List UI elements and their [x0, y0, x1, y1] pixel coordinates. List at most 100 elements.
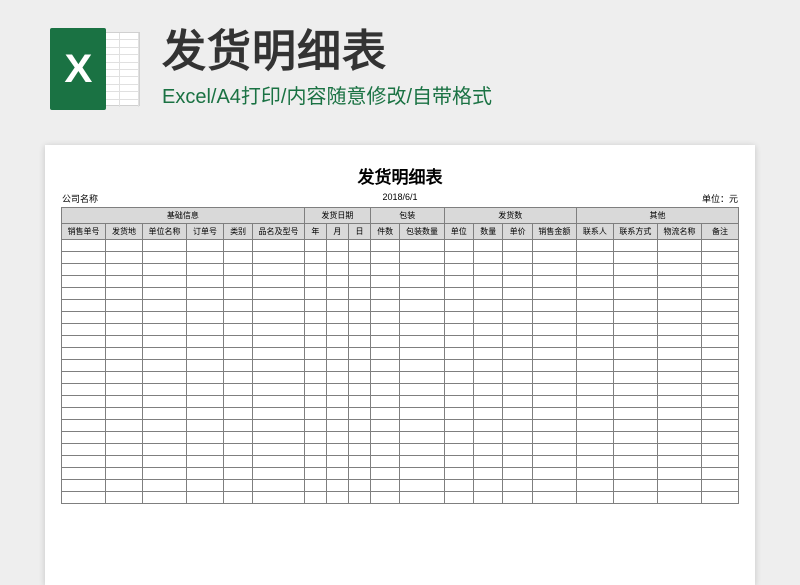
table-cell: [304, 252, 326, 264]
table-cell: [326, 408, 348, 420]
table-cell: [142, 480, 186, 492]
table-row: [62, 480, 739, 492]
table-cell: [106, 324, 143, 336]
table-cell: [370, 348, 399, 360]
table-cell: [142, 252, 186, 264]
table-cell: [577, 360, 614, 372]
table-cell: [223, 432, 252, 444]
table-cell: [326, 456, 348, 468]
group-header-row: 基础信息 发货日期 包装 发货数 其他: [62, 208, 739, 224]
table-cell: [187, 432, 224, 444]
table-cell: [106, 492, 143, 504]
table-cell: [577, 336, 614, 348]
table-cell: [400, 444, 444, 456]
group-other: 其他: [577, 208, 739, 224]
table-cell: [187, 444, 224, 456]
table-cell: [370, 408, 399, 420]
table-cell: [444, 252, 473, 264]
table-cell: [187, 264, 224, 276]
table-cell: [253, 276, 305, 288]
table-cell: [142, 336, 186, 348]
table-cell: [142, 360, 186, 372]
table-cell: [348, 312, 370, 324]
table-cell: [613, 468, 657, 480]
table-cell: [326, 336, 348, 348]
table-row: [62, 372, 739, 384]
table-cell: [444, 384, 473, 396]
table-cell: [400, 468, 444, 480]
table-cell: [142, 408, 186, 420]
table-cell: [577, 420, 614, 432]
table-cell: [400, 252, 444, 264]
col-price: 单价: [503, 224, 532, 240]
table-row: [62, 396, 739, 408]
table-cell: [304, 420, 326, 432]
table-cell: [348, 480, 370, 492]
table-cell: [370, 444, 399, 456]
table-cell: [577, 432, 614, 444]
table-cell: [370, 492, 399, 504]
table-cell: [532, 300, 576, 312]
table-cell: [253, 444, 305, 456]
table-cell: [348, 456, 370, 468]
table-cell: [613, 456, 657, 468]
table-cell: [304, 324, 326, 336]
table-cell: [702, 324, 739, 336]
table-row: [62, 276, 739, 288]
table-cell: [253, 456, 305, 468]
table-cell: [348, 348, 370, 360]
table-row: [62, 360, 739, 372]
table-cell: [187, 456, 224, 468]
table-cell: [613, 492, 657, 504]
group-ship-date: 发货日期: [304, 208, 370, 224]
table-cell: [503, 276, 532, 288]
table-cell: [657, 240, 701, 252]
table-cell: [503, 264, 532, 276]
table-cell: [187, 360, 224, 372]
table-cell: [532, 432, 576, 444]
table-cell: [503, 468, 532, 480]
table-cell: [304, 432, 326, 444]
sheet-date: 2018/6/1: [45, 192, 755, 202]
table-cell: [223, 384, 252, 396]
table-cell: [400, 288, 444, 300]
table-cell: [577, 396, 614, 408]
table-cell: [503, 240, 532, 252]
table-cell: [532, 276, 576, 288]
table-row: [62, 264, 739, 276]
table-cell: [702, 300, 739, 312]
table-cell: [253, 408, 305, 420]
table-cell: [613, 444, 657, 456]
table-cell: [304, 444, 326, 456]
table-cell: [444, 432, 473, 444]
table-cell: [187, 480, 224, 492]
col-contact: 联系人: [577, 224, 614, 240]
table-cell: [702, 312, 739, 324]
table-cell: [62, 384, 106, 396]
table-cell: [106, 348, 143, 360]
table-cell: [62, 264, 106, 276]
table-cell: [577, 300, 614, 312]
table-cell: [187, 492, 224, 504]
table-cell: [532, 348, 576, 360]
table-cell: [702, 276, 739, 288]
table-cell: [223, 468, 252, 480]
table-cell: [304, 264, 326, 276]
table-cell: [223, 264, 252, 276]
table-cell: [532, 480, 576, 492]
col-product: 品名及型号: [253, 224, 305, 240]
table-cell: [223, 252, 252, 264]
table-cell: [702, 372, 739, 384]
table-cell: [473, 252, 502, 264]
table-cell: [400, 240, 444, 252]
table-cell: [473, 276, 502, 288]
table-cell: [613, 420, 657, 432]
table-cell: [223, 288, 252, 300]
table-cell: [532, 444, 576, 456]
table-cell: [613, 300, 657, 312]
table-cell: [400, 348, 444, 360]
table-cell: [503, 408, 532, 420]
table-cell: [503, 300, 532, 312]
table-cell: [370, 432, 399, 444]
table-cell: [253, 420, 305, 432]
